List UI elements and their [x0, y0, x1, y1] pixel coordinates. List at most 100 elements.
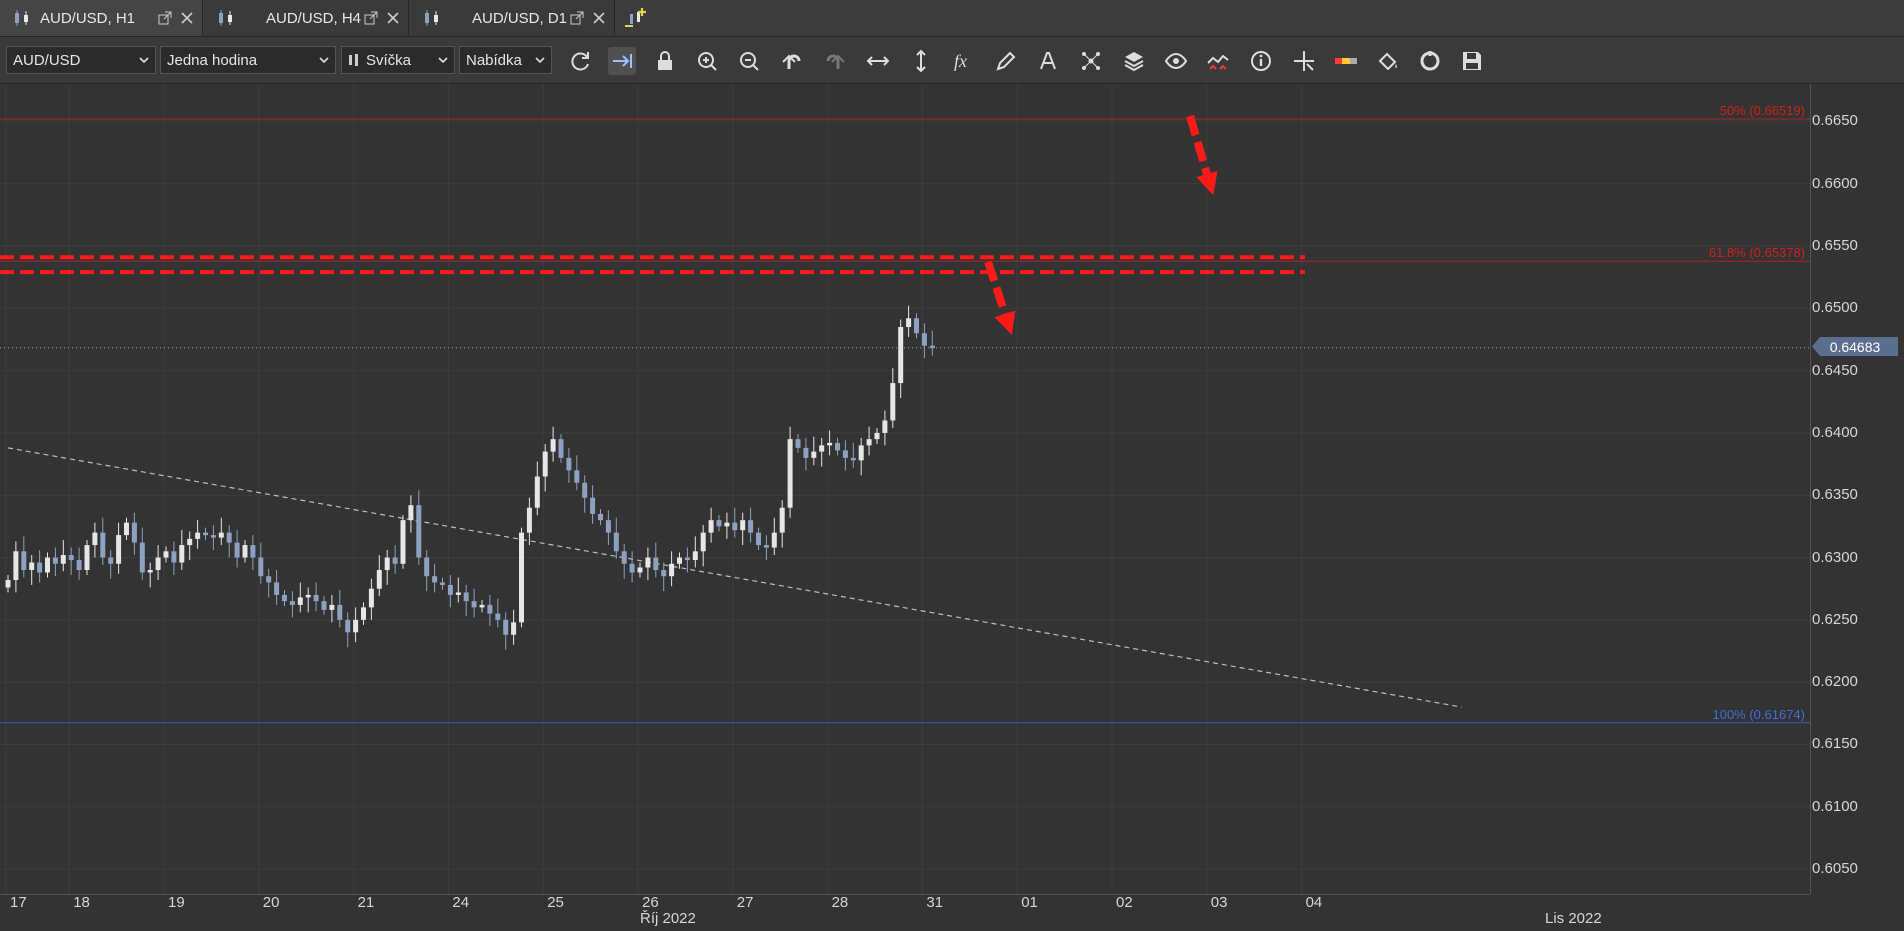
- crosshair-button[interactable]: [1290, 47, 1318, 75]
- popout-icon[interactable]: [158, 11, 172, 25]
- candle-body: [653, 557, 659, 570]
- candle-body: [226, 532, 232, 543]
- paint-bucket-icon: [1378, 52, 1397, 71]
- add-chart-icon[interactable]: [624, 6, 648, 30]
- zoom-out-button[interactable]: [736, 47, 764, 75]
- date-tick-label: 02: [1116, 894, 1133, 911]
- candle-body: [424, 557, 430, 577]
- close-icon[interactable]: [386, 11, 400, 25]
- pencil-icon: [996, 51, 1016, 71]
- date-tick-label: 19: [168, 894, 185, 911]
- chart-type-select[interactable]: Svíčka: [341, 46, 455, 74]
- candle-body: [313, 594, 319, 602]
- trendline: [7, 447, 1462, 708]
- layers-button[interactable]: [1120, 47, 1148, 75]
- candle-body: [297, 597, 303, 605]
- candle-body: [52, 557, 58, 564]
- close-icon[interactable]: [592, 11, 606, 25]
- indicator-bar-icon: [1335, 58, 1357, 64]
- date-tick-label: 01: [1021, 894, 1038, 911]
- cycle-button[interactable]: [1416, 47, 1444, 75]
- close-icon[interactable]: [180, 11, 194, 25]
- candle-body: [827, 442, 833, 446]
- horizontal-fit-button[interactable]: [864, 47, 892, 75]
- annotation-arrow-shaft: [1186, 114, 1211, 176]
- candle-body: [511, 622, 517, 635]
- cycle-icon: [1420, 51, 1440, 71]
- candle-body: [929, 345, 935, 349]
- candle-body: [558, 439, 564, 458]
- text-icon: [1040, 52, 1056, 70]
- candle-body: [645, 557, 651, 568]
- annotation-arrow-shaft: [984, 260, 1009, 316]
- price-chart[interactable]: [0, 84, 1810, 894]
- candle-body: [574, 470, 580, 483]
- refresh-icon: [571, 52, 589, 71]
- tab-label: AUD/USD, H1: [40, 9, 136, 27]
- candle-body: [266, 576, 272, 583]
- period-select[interactable]: Jedna hodina: [160, 46, 336, 74]
- shift-button[interactable]: [608, 47, 636, 75]
- svg-text:fx: fx: [954, 51, 967, 71]
- candle-body: [534, 476, 540, 508]
- candle-body: [116, 535, 122, 564]
- redo-button[interactable]: [821, 47, 849, 75]
- date-tick-label: 28: [831, 894, 849, 911]
- candle-body: [882, 420, 888, 433]
- save-button[interactable]: [1458, 47, 1486, 75]
- undo-button[interactable]: [778, 47, 806, 75]
- date-tick-label: 31: [926, 894, 944, 911]
- candle-body: [566, 457, 572, 471]
- paint-button[interactable]: [1374, 47, 1402, 75]
- candle-body: [613, 532, 619, 552]
- layers-icon: [1124, 52, 1144, 72]
- candle-body: [84, 545, 90, 570]
- chevron-down-icon: [438, 57, 448, 64]
- info-button[interactable]: [1247, 47, 1275, 75]
- indicators-button[interactable]: fx: [950, 47, 978, 75]
- indicator-bar-button[interactable]: [1332, 47, 1360, 75]
- price-tick-label: 0.6150: [1812, 735, 1858, 753]
- instrument-select[interactable]: AUD/USD: [6, 46, 156, 74]
- candle-body: [582, 482, 588, 498]
- candle-body: [621, 551, 627, 564]
- candle-body: [187, 538, 193, 546]
- tab-aud-usd-d1[interactable]: AUD/USD, D1: [410, 0, 615, 36]
- date-tick-label: 25: [547, 894, 564, 911]
- candle-body: [700, 532, 706, 552]
- candle-body: [100, 532, 106, 558]
- candle-body: [218, 532, 224, 538]
- candle-body: [850, 457, 856, 461]
- candle-body: [250, 545, 256, 558]
- draw-button[interactable]: [992, 47, 1020, 75]
- date-tick-label: 18: [73, 894, 90, 911]
- candle-body: [519, 532, 524, 623]
- candle-body: [716, 520, 722, 527]
- price-tick-label: 0.6050: [1812, 860, 1858, 878]
- popout-icon[interactable]: [364, 11, 378, 25]
- candle-body: [337, 604, 343, 620]
- candle-body: [503, 619, 509, 635]
- candle-body: [669, 563, 675, 577]
- tab-aud-usd-h1[interactable]: AUD/USD, H1: [0, 0, 203, 36]
- annotation-arrows: [984, 114, 1218, 335]
- refresh-button[interactable]: [566, 47, 594, 75]
- visibility-button[interactable]: [1162, 47, 1190, 75]
- text-button[interactable]: [1034, 47, 1062, 75]
- price-side-select[interactable]: Nabídka: [459, 46, 552, 74]
- popout-icon[interactable]: [570, 11, 584, 25]
- candle-body: [258, 557, 264, 577]
- lock-button[interactable]: [651, 47, 679, 75]
- pattern-button[interactable]: [1077, 47, 1105, 75]
- candle-body: [605, 520, 611, 533]
- tab-aud-usd-h4[interactable]: AUD/USD, H4: [204, 0, 409, 36]
- vertical-fit-button[interactable]: [907, 47, 935, 75]
- signals-button[interactable]: [1204, 47, 1232, 75]
- candle-body: [811, 451, 817, 458]
- month-label: Lis 2022: [1545, 910, 1602, 927]
- candle-body: [361, 607, 366, 620]
- candle-body: [740, 520, 746, 531]
- undo-icon: [782, 54, 801, 69]
- zoom-in-button[interactable]: [694, 47, 722, 75]
- candle-body: [5, 579, 11, 588]
